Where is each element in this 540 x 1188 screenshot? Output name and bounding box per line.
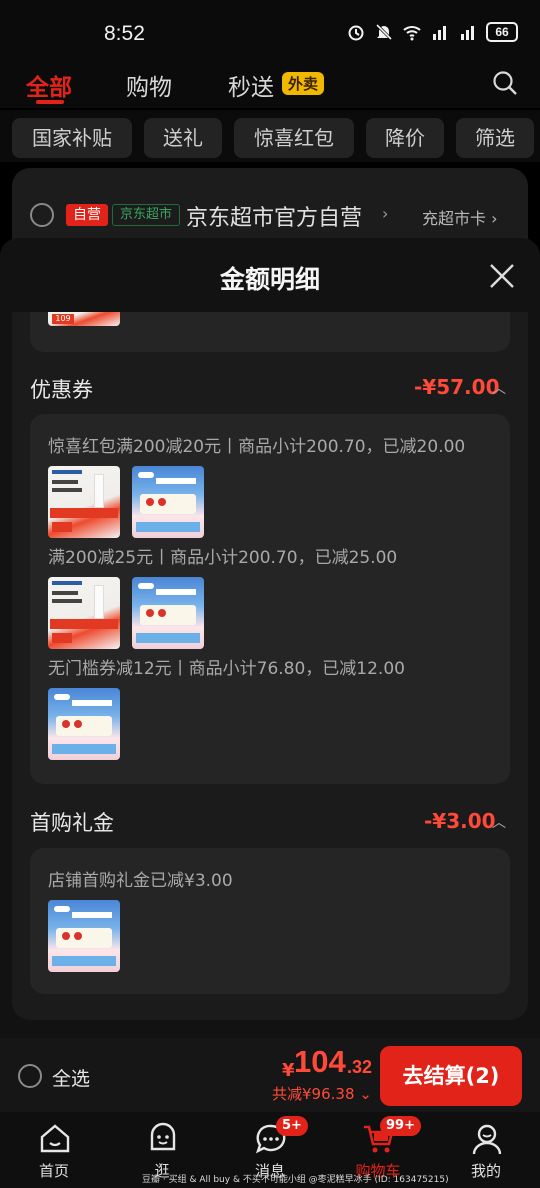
signal-icon	[433, 26, 446, 40]
product-thumbnail-milk[interactable]	[48, 688, 120, 760]
status-bar: 8:52 66	[0, 0, 540, 62]
battery-icon: 66	[486, 22, 518, 42]
amount-detail-sheet: 金额明细 109 优惠券 -¥57.00 ︿ 惊喜红包满200减20元丨商品小计…	[0, 238, 540, 1038]
total-saved[interactable]: 共减¥96.38 ⌄	[272, 1083, 372, 1104]
tab-all[interactable]: 全部	[26, 68, 72, 102]
checkout-bar: 全选 ¥ 104 .32 共减¥96.38 ⌄ 去结算(2)	[0, 1038, 540, 1112]
filter-chips: 国家补贴 送礼 惊喜红包 降价 筛选	[0, 110, 540, 162]
first-gift-title: 首购礼金	[30, 811, 114, 835]
product-thumbnail-cleaner[interactable]	[48, 466, 120, 538]
signal-icon-2	[461, 26, 474, 40]
status-icons: 66	[346, 22, 518, 42]
tab-underline	[36, 100, 64, 104]
tab-shopping[interactable]: 购物	[126, 68, 172, 102]
coupon-line-1: 惊喜红包满200减20元丨商品小计200.70，已减20.00	[48, 437, 466, 457]
mute-bell-icon	[375, 23, 393, 41]
watermark: 豆瓣 · 买组 & All buy & 不买不可能小组 @枣泥糕早冰手 (ID:…	[142, 1175, 449, 1185]
bottom-nav: 首页 逛 消息 5+ 购物车 99+ 我的 豆瓣 · 买组 & All buy …	[0, 1112, 540, 1188]
sheet-title: 金额明细	[219, 265, 320, 294]
total-price: 104	[294, 1044, 346, 1079]
product-thumbnail-milk[interactable]	[48, 900, 120, 972]
tab-express[interactable]: 秒送	[228, 68, 274, 102]
price-currency: ¥	[282, 1060, 295, 1081]
browse-face-icon	[150, 1122, 176, 1151]
jd-mart-badge: 京东超市	[112, 204, 180, 226]
chip-red-packet[interactable]: 惊喜红包	[234, 118, 354, 158]
nav-profile[interactable]: 我的	[436, 1112, 536, 1188]
select-all-radio[interactable]	[18, 1064, 42, 1088]
chip-gift[interactable]: 送礼	[144, 118, 222, 158]
self-operated-badge: 自营	[66, 204, 108, 226]
checkout-button[interactable]: 去结算(2)	[380, 1046, 522, 1106]
profile-icon	[472, 1124, 502, 1155]
chip-price-drop[interactable]: 降价	[366, 118, 444, 158]
alarm-icon	[348, 25, 364, 41]
coupons-amount[interactable]: -¥57.00	[414, 375, 499, 399]
chip-national-subsidy[interactable]: 国家补贴	[12, 118, 132, 158]
first-gift-amount[interactable]: -¥3.00	[424, 809, 496, 833]
product-thumbnail-milk[interactable]	[132, 466, 204, 538]
chevron-up-icon[interactable]: ︿	[492, 812, 506, 832]
nav-home[interactable]: 首页	[4, 1112, 104, 1188]
first-gift-line: 店铺首购礼金已减¥3.00	[48, 871, 233, 891]
messages-badge: 5+	[276, 1116, 308, 1136]
sheet-body: 109 优惠券 -¥57.00 ︿ 惊喜红包满200减20元丨商品小计200.7…	[12, 312, 528, 1020]
top-tabs: 全部 购物 秒送 外卖	[0, 62, 540, 108]
coupon-line-2: 满200减25元丨商品小计200.70，已减25.00	[48, 548, 398, 568]
takeout-badge[interactable]: 外卖	[282, 72, 325, 95]
home-icon	[40, 1124, 70, 1153]
search-icon[interactable]	[492, 70, 518, 96]
thumb-price: 109	[52, 314, 74, 324]
chevron-up-icon[interactable]: ︿	[492, 378, 506, 398]
select-all-label[interactable]: 全选	[52, 1064, 90, 1091]
chevron-right-icon: ›	[382, 204, 389, 223]
mart-card-link[interactable]: 充超市卡 ›	[422, 205, 498, 229]
wifi-icon	[403, 26, 421, 41]
previous-section-box: 109	[30, 312, 510, 352]
store-name[interactable]: 京东超市官方自营	[186, 200, 362, 232]
product-thumbnail-cleaner[interactable]	[48, 577, 120, 649]
product-thumbnail-milk[interactable]	[132, 577, 204, 649]
close-icon[interactable]	[488, 262, 516, 290]
coupon-line-3: 无门槛券减12元丨商品小计76.80，已减12.00	[48, 659, 405, 679]
coupons-title: 优惠券	[30, 378, 93, 402]
chip-filter[interactable]: 筛选	[456, 118, 534, 158]
store-select-radio[interactable]	[30, 203, 54, 227]
cart-badge: 99+	[380, 1116, 421, 1136]
total-price-decimal: .32	[347, 1057, 373, 1077]
status-time: 8:52	[104, 22, 145, 45]
product-thumbnail[interactable]: 109	[48, 312, 120, 326]
